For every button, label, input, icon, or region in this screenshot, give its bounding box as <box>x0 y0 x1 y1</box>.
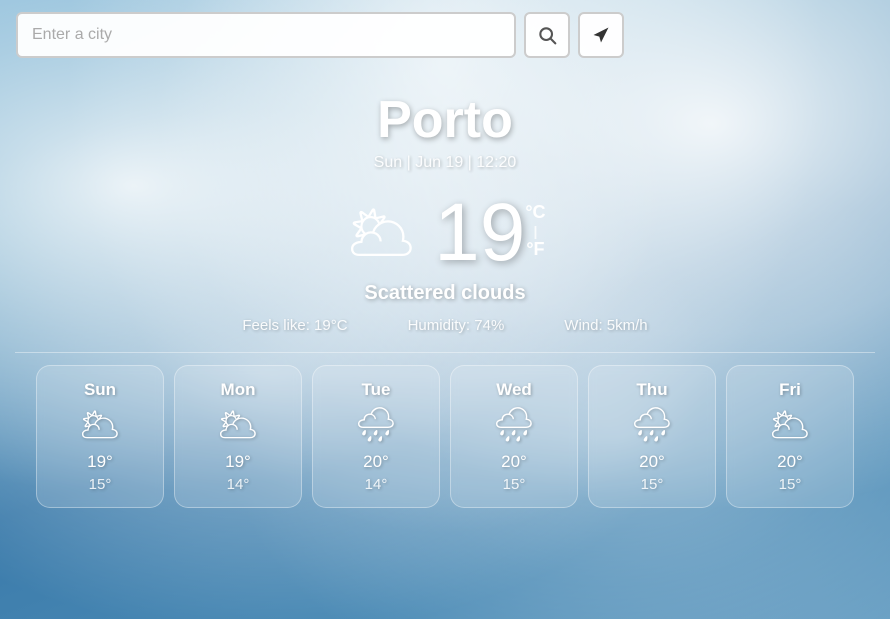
forecast-high: 20° <box>501 452 527 472</box>
divider <box>15 352 875 353</box>
forecast-icon: 🌥 <box>216 408 259 442</box>
forecast-low: 14° <box>227 476 250 493</box>
date-time: Sun | Jun 19 | 12:20 <box>242 154 647 172</box>
forecast-day: Tue <box>362 380 391 400</box>
forecast-card: Thu 🌧 20° 15° <box>588 365 716 508</box>
forecast-low: 15° <box>641 476 664 493</box>
forecast-icon: 🌧 <box>630 408 673 442</box>
main-weather: Porto Sun | Jun 19 | 12:20 🌥 19 °C | °F … <box>242 90 647 334</box>
search-bar <box>0 0 890 70</box>
unit-fahrenheit[interactable]: °F <box>525 239 545 260</box>
temp-row: 🌥 19 °C | °F <box>242 192 647 274</box>
forecast-row: Sun 🌥 19° 15° Mon 🌥 19° 14° Tue 🌧 20° 14… <box>22 365 868 508</box>
wind-speed: Wind: 5km/h <box>564 317 647 334</box>
main-weather-icon: 🌥 <box>344 199 418 267</box>
search-icon <box>537 25 557 45</box>
search-button[interactable] <box>524 12 570 58</box>
temperature-value: 19 <box>434 192 525 274</box>
forecast-low: 15° <box>89 476 112 493</box>
search-input[interactable] <box>16 12 516 58</box>
forecast-icon: 🌧 <box>492 408 535 442</box>
forecast-icon: 🌧 <box>354 408 397 442</box>
forecast-low: 15° <box>503 476 526 493</box>
forecast-day: Mon <box>221 380 256 400</box>
unit-separator: | <box>525 223 545 239</box>
forecast-high: 20° <box>777 452 803 472</box>
forecast-low: 14° <box>365 476 388 493</box>
temp-units: °C | °F <box>525 202 545 260</box>
forecast-day: Sun <box>84 380 116 400</box>
forecast-high: 19° <box>87 452 113 472</box>
forecast-card: Tue 🌧 20° 14° <box>312 365 440 508</box>
forecast-icon: 🌥 <box>768 408 811 442</box>
forecast-day: Wed <box>496 380 532 400</box>
forecast-low: 15° <box>779 476 802 493</box>
city-name: Porto <box>242 90 647 150</box>
forecast-day: Fri <box>779 380 801 400</box>
forecast-day: Thu <box>636 380 667 400</box>
forecast-card: Sun 🌥 19° 15° <box>36 365 164 508</box>
forecast-card: Fri 🌥 20° 15° <box>726 365 854 508</box>
weather-condition: Scattered clouds <box>242 282 647 305</box>
forecast-card: Mon 🌥 19° 14° <box>174 365 302 508</box>
forecast-high: 19° <box>225 452 251 472</box>
unit-celsius[interactable]: °C <box>525 202 545 223</box>
forecast-high: 20° <box>363 452 389 472</box>
forecast-high: 20° <box>639 452 665 472</box>
humidity: Humidity: 74% <box>408 317 505 334</box>
temp-display: 19 °C | °F <box>434 192 545 274</box>
forecast-card: Wed 🌧 20° 15° <box>450 365 578 508</box>
feels-like: Feels like: 19°C <box>242 317 347 334</box>
location-button[interactable] <box>578 12 624 58</box>
main-content: Porto Sun | Jun 19 | 12:20 🌥 19 °C | °F … <box>0 0 890 619</box>
forecast-icon: 🌥 <box>78 408 121 442</box>
location-icon <box>591 25 611 45</box>
weather-details: Feels like: 19°C Humidity: 74% Wind: 5km… <box>242 317 647 334</box>
